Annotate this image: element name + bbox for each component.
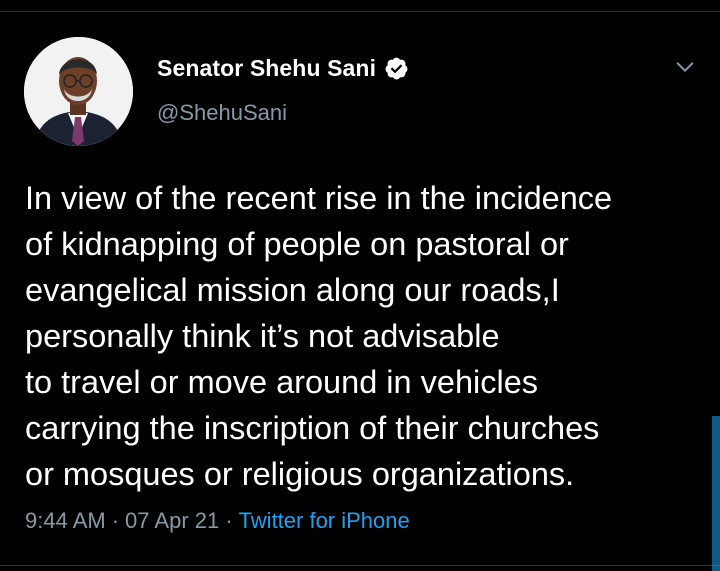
scroll-indicator — [712, 416, 720, 571]
meta-separator: · — [225, 508, 233, 533]
profile-photo-icon — [24, 37, 133, 146]
top-divider — [0, 11, 720, 12]
tweet-line: personally think it’s not advisable — [25, 318, 500, 354]
bottom-divider — [0, 565, 720, 566]
tweet-line: carrying the inscription of their church… — [25, 410, 600, 446]
tweet-source-link[interactable]: Twitter for iPhone — [239, 508, 410, 534]
tweet-line: of kidnapping of people on pastoral or — [25, 226, 569, 262]
tweet-line: In view of the recent rise in the incide… — [25, 180, 613, 216]
display-name[interactable]: Senator Shehu Sani — [157, 55, 376, 82]
tweet-text: In view of the recent rise in the incide… — [25, 175, 715, 497]
tweet-line: to travel or move around in vehicles — [25, 364, 539, 400]
tweet-line: evangelical mission along our roads,I — [25, 272, 560, 308]
avatar[interactable] — [24, 37, 133, 146]
tweet-date[interactable]: 07 Apr 21 — [125, 508, 219, 534]
verified-badge-icon — [385, 57, 408, 79]
user-handle[interactable]: @ShehuSani — [157, 100, 287, 126]
display-name-row[interactable]: Senator Shehu Sani — [157, 53, 409, 83]
tweet-line: or mosques or religious organizations. — [25, 456, 575, 492]
tweet-time[interactable]: 9:44 AM — [25, 508, 106, 534]
tweet-metadata: 9:44 AM · 07 Apr 21 · Twitter for iPhone — [25, 508, 410, 534]
chevron-down-icon[interactable] — [674, 56, 696, 78]
meta-separator: · — [111, 508, 120, 533]
